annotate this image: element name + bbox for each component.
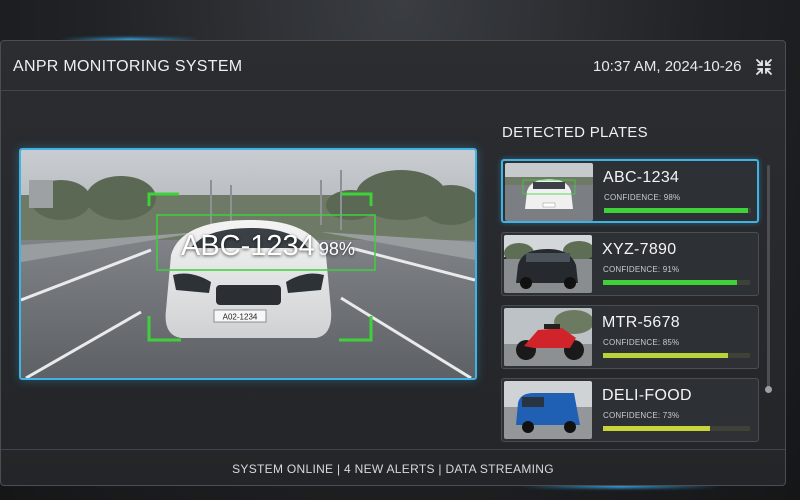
- confidence-bar: [603, 426, 750, 431]
- datetime-display: 10:37 AM, 2024-10-26: [593, 58, 742, 75]
- confidence-bar-fill: [603, 426, 711, 431]
- list-scrollbar[interactable]: [767, 165, 770, 393]
- plate-card[interactable]: MTR-5678 CONFIDENCE: 85%: [501, 305, 759, 369]
- app-title: ANPR MONITORING SYSTEM: [13, 58, 243, 75]
- vehicle-thumbnail: [504, 381, 592, 439]
- panel-header: ANPR MONITORING SYSTEM 10:37 AM, 2024-10…: [1, 41, 785, 91]
- confidence-label: CONFIDENCE: 73%: [603, 411, 680, 420]
- collapse-arrows-icon[interactable]: [753, 56, 775, 78]
- detection-label: ABC-1234 98%: [181, 230, 355, 263]
- vehicle-thumbnail: [504, 308, 592, 366]
- plate-number: MTR-5678: [602, 314, 680, 331]
- detection-plate: ABC-1234: [181, 230, 315, 262]
- plate-card[interactable]: XYZ-7890 CONFIDENCE: 91%: [501, 232, 759, 296]
- vehicle-thumbnail: [505, 163, 593, 221]
- detected-plates-heading: DETECTED PLATES: [502, 124, 648, 141]
- detection-confidence: 98%: [318, 239, 355, 259]
- status-text: SYSTEM ONLINE | 4 NEW ALERTS | DATA STRE…: [232, 462, 554, 476]
- confidence-bar-fill: [603, 353, 728, 358]
- scrollbar-thumb[interactable]: [765, 386, 772, 393]
- car-plate-text: A02-1234: [223, 313, 258, 322]
- confidence-bar: [603, 280, 750, 285]
- plate-number: ABC-1234: [603, 169, 680, 186]
- plate-card[interactable]: DELI-FOOD CONFIDENCE: 73%: [501, 378, 759, 442]
- confidence-bar: [603, 353, 750, 358]
- confidence-label: CONFIDENCE: 91%: [603, 265, 680, 274]
- plate-number: XYZ-7890: [602, 241, 677, 258]
- camera-feed[interactable]: A02-1234 ABC-1234 98%: [19, 148, 477, 380]
- confidence-bar: [604, 208, 751, 213]
- confidence-bar-fill: [604, 208, 749, 213]
- vehicle-thumbnail: [504, 235, 592, 293]
- monitoring-panel: ANPR MONITORING SYSTEM 10:37 AM, 2024-10…: [0, 40, 786, 486]
- confidence-label: CONFIDENCE: 85%: [603, 338, 680, 347]
- plate-card[interactable]: ABC-1234 CONFIDENCE: 98%: [501, 159, 759, 223]
- detected-plates-list: ABC-1234 CONFIDENCE: 98% XYZ-7890 CONFID…: [501, 159, 759, 443]
- camera-feed-image: A02-1234: [21, 150, 475, 378]
- confidence-bar-fill: [603, 280, 737, 285]
- status-bar: SYSTEM ONLINE | 4 NEW ALERTS | DATA STRE…: [1, 449, 785, 487]
- confidence-label: CONFIDENCE: 98%: [604, 193, 681, 202]
- plate-number: DELI-FOOD: [602, 387, 692, 404]
